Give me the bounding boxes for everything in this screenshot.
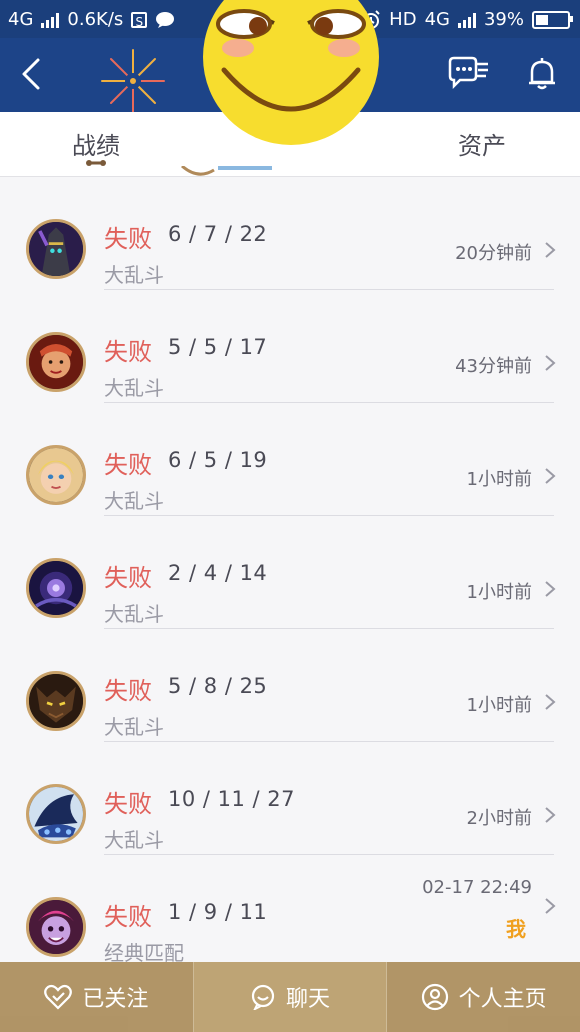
user-profile-icon — [421, 983, 448, 1011]
s-badge-icon: S — [131, 11, 148, 29]
champion-avatar — [26, 445, 86, 505]
chat-bubble-icon — [156, 11, 175, 28]
match-mode: 大乱斗 — [104, 715, 164, 739]
match-list: 失败 6 / 7 / 22 大乱斗 20分钟前 失败 5 / 5 / 17 大乱… — [0, 177, 580, 977]
tab-record[interactable]: 战绩 — [72, 126, 120, 161]
chat-label: 聊天 — [286, 987, 331, 1012]
match-mode: 大乱斗 — [104, 489, 164, 513]
firework-icon — [101, 49, 165, 113]
emoji-sticker — [203, 0, 379, 145]
follow-button[interactable]: 已关注 — [0, 962, 193, 1032]
follow-label: 已关注 — [82, 987, 149, 1012]
network-label-right: 4G — [424, 9, 450, 30]
battery-percent: 39% — [483, 9, 524, 30]
match-mode: 大乱斗 — [104, 828, 164, 852]
match-mode: 大乱斗 — [104, 376, 164, 400]
match-result: 失败 — [104, 903, 152, 931]
match-row[interactable]: 失败 6 / 7 / 22 大乱斗 20分钟前 — [0, 177, 580, 290]
network-speed: 0.6K/s — [67, 9, 124, 30]
profile-button[interactable]: 个人主页 — [387, 962, 580, 1032]
match-kda: 5 / 8 / 25 — [168, 674, 268, 698]
match-kda: 6 / 7 / 22 — [168, 222, 268, 246]
match-time: 20分钟前 — [455, 243, 532, 264]
match-mode: 大乱斗 — [104, 263, 164, 287]
champion-avatar — [26, 671, 86, 731]
match-result: 失败 — [104, 338, 152, 366]
match-row[interactable]: 失败 2 / 4 / 14 大乱斗 1小时前 — [0, 516, 580, 629]
bell-icon[interactable] — [526, 56, 558, 92]
match-result: 失败 — [104, 451, 152, 479]
signal-icon-right — [457, 12, 476, 28]
match-time: 1小时前 — [466, 582, 532, 603]
match-result: 失败 — [104, 790, 152, 818]
tab-indicator-icon — [86, 160, 106, 166]
match-time: 1小时前 — [466, 695, 532, 716]
match-row[interactable]: 失败 10 / 11 / 27 大乱斗 2小时前 — [0, 742, 580, 855]
match-kda: 5 / 5 / 17 — [168, 335, 268, 359]
champion-avatar — [26, 332, 86, 392]
champion-avatar — [26, 219, 86, 279]
chevron-right-icon — [545, 355, 556, 371]
chevron-right-icon — [545, 581, 556, 597]
champion-avatar — [26, 558, 86, 618]
chat-icon — [251, 984, 275, 1010]
match-time: 2小时前 — [466, 808, 532, 829]
chevron-right-icon — [545, 898, 556, 914]
match-result: 失败 — [104, 564, 152, 592]
battery-icon — [532, 10, 573, 29]
network-label: 4G — [8, 9, 34, 30]
match-row[interactable]: 失败 5 / 5 / 17 大乱斗 43分钟前 — [0, 290, 580, 403]
me-badge: 我 — [506, 917, 526, 941]
chevron-right-icon — [545, 468, 556, 484]
chevron-right-icon — [545, 807, 556, 823]
battery-fill — [536, 14, 548, 25]
match-kda: 1 / 9 / 11 — [168, 900, 268, 924]
champion-avatar — [26, 784, 86, 844]
back-icon[interactable] — [14, 54, 54, 94]
profile-label: 个人主页 — [458, 987, 547, 1012]
match-row[interactable]: 失败 1 / 9 / 11 经典匹配 02-17 22:49 我 — [0, 855, 580, 968]
chat-button[interactable]: 聊天 — [192, 962, 388, 1032]
champion-avatar — [26, 897, 86, 957]
hd-label: HD — [389, 9, 417, 30]
chevron-right-icon — [545, 694, 556, 710]
chevron-right-icon — [545, 242, 556, 258]
match-kda: 2 / 4 / 14 — [168, 561, 268, 585]
match-time: 1小时前 — [466, 469, 532, 490]
match-result: 失败 — [104, 677, 152, 705]
match-row[interactable]: 失败 5 / 8 / 25 大乱斗 1小时前 — [0, 629, 580, 742]
match-kda: 10 / 11 / 27 — [168, 787, 296, 811]
tab-assets[interactable]: 资产 — [458, 126, 506, 161]
signal-icon — [41, 12, 60, 28]
match-time: 02-17 22:49 — [422, 877, 532, 898]
heart-check-icon — [44, 984, 73, 1010]
message-board-icon[interactable] — [446, 56, 492, 92]
match-time: 43分钟前 — [455, 356, 532, 377]
match-result: 失败 — [104, 225, 152, 253]
match-row[interactable]: 失败 6 / 5 / 19 大乱斗 1小时前 — [0, 403, 580, 516]
match-mode: 大乱斗 — [104, 602, 164, 626]
bottom-action-bar: 已关注 聊天 个人主页 — [0, 962, 580, 1032]
match-kda: 6 / 5 / 19 — [168, 448, 268, 472]
